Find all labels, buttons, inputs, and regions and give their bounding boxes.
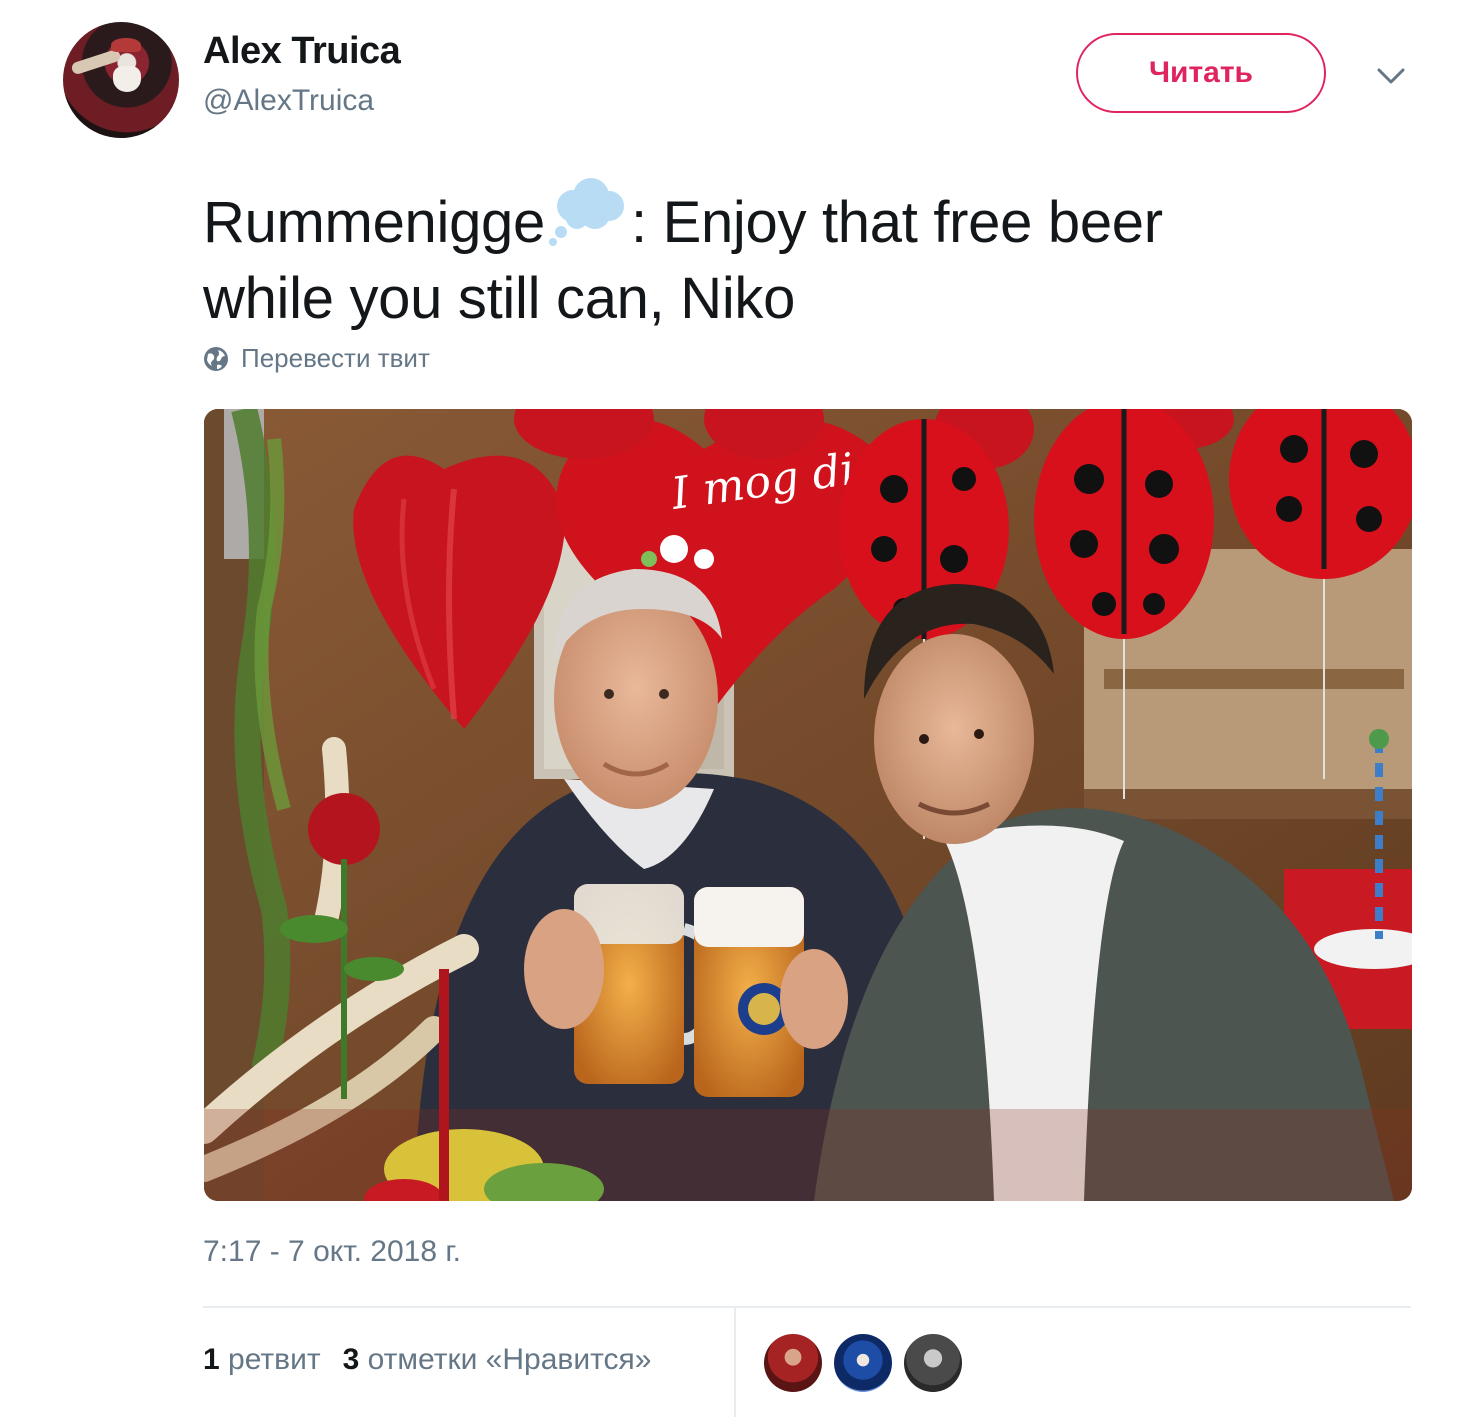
tweet-text-line: while you still can, Niko <box>203 266 796 331</box>
tweet: Alex Truica @AlexTruica Читать Rummenigg… <box>0 0 1460 1417</box>
tweet-stats: 1 ретвит 3 отметки «Нравится» <box>203 1343 651 1377</box>
likers-avatars <box>764 1334 974 1392</box>
liker-avatar[interactable] <box>764 1334 822 1392</box>
retweets-count: 1 <box>203 1343 220 1376</box>
tweet-text-segment: : Enjoy that free beer <box>630 190 1163 255</box>
translate-tweet-link[interactable]: Перевести твит <box>203 343 430 374</box>
follow-button[interactable]: Читать <box>1076 33 1326 113</box>
stats-separator <box>734 1308 736 1417</box>
stats-divider <box>203 1306 1411 1308</box>
liker-avatar[interactable] <box>904 1334 962 1392</box>
retweets-stat[interactable]: 1 ретвит <box>203 1343 321 1376</box>
translate-label: Перевести твит <box>241 343 430 373</box>
tweet-text-line: Rummenigge : Enjoy that free beer <box>203 172 1403 261</box>
liker-avatar[interactable] <box>834 1334 892 1392</box>
tweet-text-segment: Rummenigge <box>203 190 545 255</box>
avatar-detail <box>113 66 141 92</box>
author-screen-name[interactable]: @AlexTruica <box>203 84 374 118</box>
chevron-down-icon[interactable] <box>1374 62 1408 90</box>
likes-label: отметки «Нравится» <box>367 1343 652 1376</box>
tweet-text: Rummenigge : Enjoy that free beer while … <box>203 172 1403 337</box>
likes-count: 3 <box>342 1343 360 1376</box>
likes-stat[interactable]: 3 отметки «Нравится» <box>343 1343 652 1376</box>
author-display-name[interactable]: Alex Truica <box>203 30 401 73</box>
thought-balloon-emoji-icon <box>545 172 631 248</box>
author-avatar[interactable] <box>63 22 179 138</box>
globe-icon <box>204 346 228 371</box>
tweet-photo[interactable]: I mog di <box>204 409 1412 1201</box>
retweets-label: ретвит <box>228 1343 321 1376</box>
tweet-timestamp[interactable]: 7:17 - 7 окт. 2018 г. <box>203 1235 461 1269</box>
avatar-detail <box>111 38 141 52</box>
